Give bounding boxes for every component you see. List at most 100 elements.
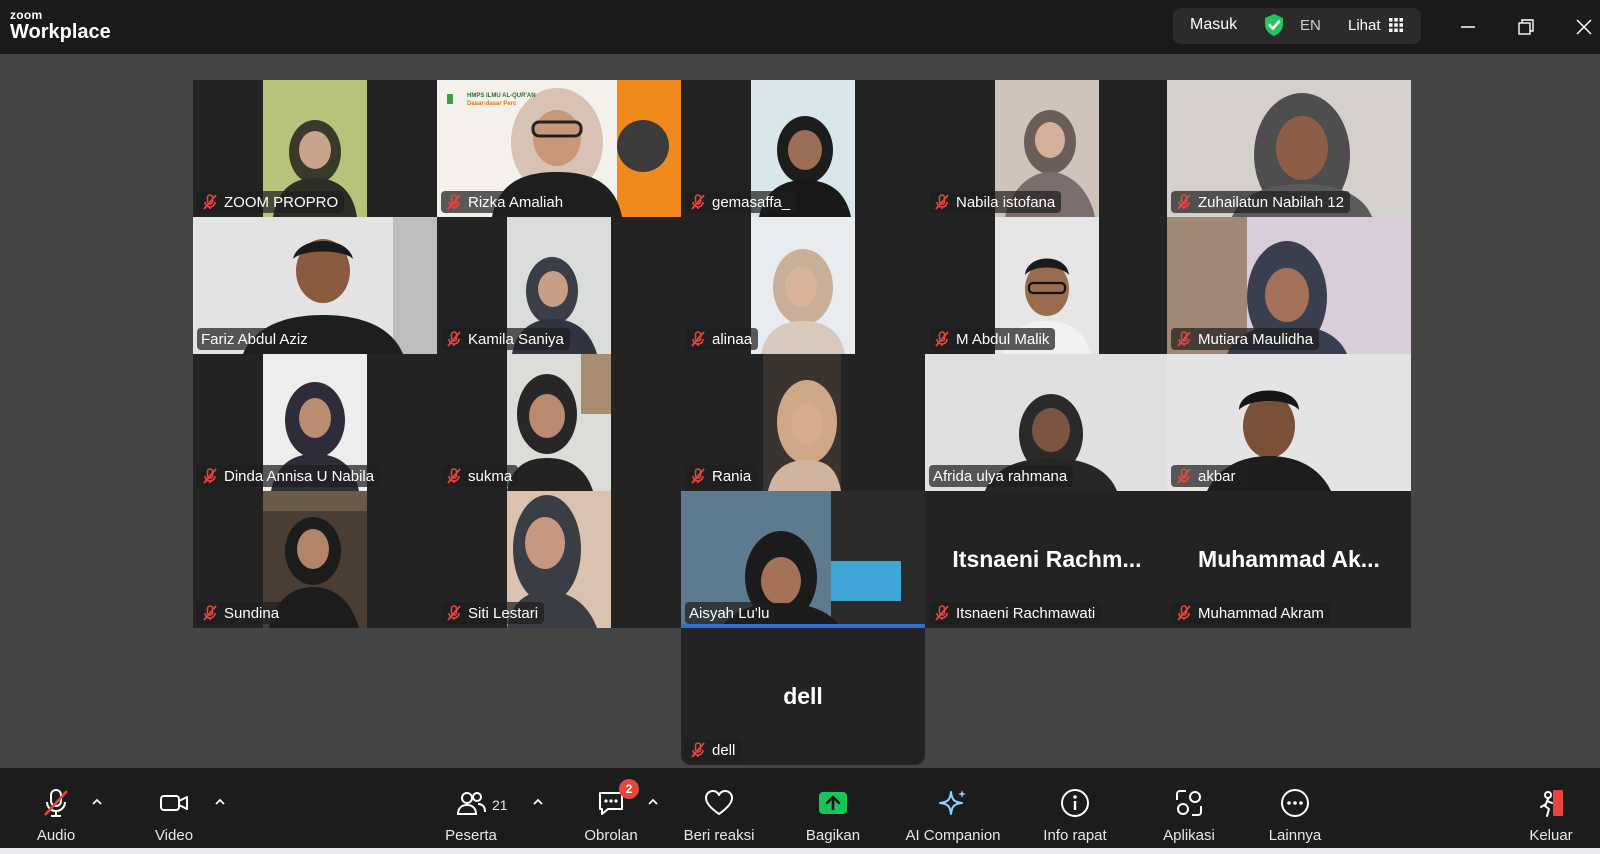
participant-tile[interactable]: Zuhailatun Nabilah 12 [1167, 80, 1411, 217]
mic-muted-icon [1177, 468, 1191, 484]
chevron-up-icon[interactable] [214, 797, 226, 807]
participant-tile[interactable]: sukma [437, 354, 681, 491]
participant-tile-active-speaker[interactable]: Fariz Abdul Aziz [193, 217, 437, 354]
mic-muted-icon [203, 605, 217, 621]
meeting-info-button[interactable]: Info rapat [1036, 768, 1114, 848]
participant-name: Fariz Abdul Aziz [201, 330, 308, 348]
participant-name: Nabila istofana [956, 193, 1056, 211]
participant-nameplate: M Abdul Malik [929, 328, 1056, 350]
language-button[interactable]: EN [1300, 17, 1321, 34]
meeting-toolbar [0, 768, 1600, 854]
view-button[interactable]: Lihat [1348, 17, 1381, 34]
reactions-button[interactable]: Beri reaksi [680, 768, 758, 848]
mic-muted-icon [447, 468, 461, 484]
participant-name: alinaa [712, 330, 753, 348]
video-camera-icon [160, 795, 188, 811]
participant-tile[interactable]: Afrida ulya rahmana [925, 354, 1169, 491]
participants-button[interactable]: Peserta [443, 768, 499, 848]
participant-tile[interactable]: Siti Lestari [437, 491, 681, 628]
info-icon [1061, 789, 1089, 817]
chat-unread-badge: 2 [619, 779, 639, 799]
participant-tile[interactable]: Aisyah Lu'lu [681, 491, 925, 628]
participant-name: Aisyah Lu'lu [689, 604, 770, 622]
participant-tile[interactable]: Kamila Saniya [437, 217, 681, 354]
apps-button[interactable]: Aplikasi [1157, 768, 1221, 848]
mic-muted-icon [44, 789, 68, 817]
chat-button[interactable]: 2 Obrolan [580, 768, 642, 848]
brand-large: Workplace [10, 21, 111, 43]
chevron-up-icon[interactable] [647, 797, 659, 807]
zoom-workplace-logo: zoom Workplace [10, 9, 111, 42]
participant-nameplate: Mutiara Maulidha [1171, 328, 1320, 350]
participant-name: ZOOM PROPRO [224, 193, 339, 211]
participant-tile[interactable]: Mutiara Maulidha [1167, 217, 1411, 354]
leave-icon [1540, 790, 1563, 817]
participant-tile[interactable]: Rania [681, 354, 925, 491]
chevron-up-icon[interactable] [91, 797, 103, 807]
participant-name: gemasaffa_ [712, 193, 791, 211]
participant-tile[interactable]: M Abdul Malik [925, 217, 1169, 354]
mic-muted-icon [447, 194, 461, 210]
participant-nameplate: Kamila Saniya [441, 328, 570, 350]
participant-nameplate: Fariz Abdul Aziz [197, 328, 314, 350]
mic-muted-icon [691, 742, 705, 758]
participant-video [507, 354, 611, 491]
ai-companion-label: AI Companion [905, 827, 1001, 844]
participant-tile-video-off[interactable]: dell dell [681, 628, 925, 765]
participants-icon [456, 792, 486, 815]
signin-button[interactable]: Masuk [1190, 16, 1237, 34]
participant-name: Muhammad Akram [1198, 604, 1324, 622]
mic-muted-icon [691, 331, 705, 347]
minimize-icon[interactable] [1453, 12, 1483, 42]
participant-name: Siti Lestari [468, 604, 539, 622]
participant-tile-video-off[interactable]: Muhammad Ak... Muhammad Akram [1167, 491, 1411, 628]
apps-icon [1176, 790, 1202, 816]
video-off-name: Muhammad Ak... [1198, 546, 1380, 572]
title-bar: zoom Workplace Masuk EN Lihat [0, 0, 1600, 54]
mic-muted-icon [935, 331, 949, 347]
participant-tile[interactable]: Sundina [193, 491, 437, 628]
participant-name: Sundina [224, 604, 280, 622]
mic-muted-icon [691, 194, 705, 210]
restore-icon[interactable] [1511, 12, 1541, 42]
mic-muted-icon [1177, 331, 1191, 347]
more-button[interactable]: Lainnya [1263, 768, 1327, 848]
leave-button[interactable]: Keluar [1523, 768, 1579, 848]
participant-tile[interactable]: Nabila istofana [925, 80, 1169, 217]
participant-tile[interactable]: Dinda Annisa U Nabila [193, 354, 437, 491]
audio-button[interactable]: Audio [32, 768, 80, 848]
mic-muted-icon [203, 468, 217, 484]
more-icon [1281, 789, 1309, 817]
participant-tile[interactable]: ZOOM PROPRO [193, 80, 437, 217]
participant-name: Dinda Annisa U Nabila [224, 467, 375, 485]
participant-tile[interactable]: alinaa [681, 217, 925, 354]
participant-name: Itsnaeni Rachmawati [956, 604, 1096, 622]
participant-nameplate: Aisyah Lu'lu [685, 602, 776, 624]
participant-nameplate: Afrida ulya rahmana [929, 465, 1074, 487]
participant-tile[interactable]: gemasaffa_ [681, 80, 925, 217]
meeting-info-label: Info rapat [1043, 827, 1107, 844]
video-button[interactable]: Video [150, 768, 198, 848]
mic-muted-icon [1177, 194, 1191, 210]
participant-tile[interactable]: akbar [1167, 354, 1411, 491]
ai-companion-button[interactable]: AI Companion [900, 768, 1006, 848]
slide-line-2: Dasar-dasar Perc [467, 101, 517, 107]
participant-nameplate: Dinda Annisa U Nabila [197, 465, 381, 487]
reactions-label: Beri reaksi [683, 827, 755, 844]
grid-view-icon[interactable] [1389, 18, 1403, 32]
chat-label: Obrolan [584, 827, 638, 844]
close-icon[interactable] [1569, 12, 1599, 42]
participant-tile[interactable]: HMPS ILMU AL-QUR'AN Dasar-dasar Perc Riz… [437, 80, 681, 217]
slide-text: HMPS ILMU AL-QUR'AN Dasar-dasar Perc [467, 92, 536, 108]
participant-nameplate: ZOOM PROPRO [197, 191, 345, 213]
encryption-shield-icon[interactable] [1263, 13, 1285, 37]
participant-nameplate: akbar [1171, 465, 1242, 487]
mic-muted-icon [691, 468, 705, 484]
share-screen-button[interactable]: Bagikan [802, 768, 864, 848]
video-off-name: dell [783, 683, 823, 709]
participant-video [751, 217, 855, 354]
apps-label: Aplikasi [1163, 827, 1215, 844]
chevron-up-icon[interactable] [532, 797, 544, 807]
participant-tile-video-off[interactable]: Itsnaeni Rachm... Itsnaeni Rachmawati [925, 491, 1169, 628]
participant-nameplate: Zuhailatun Nabilah 12 [1171, 191, 1350, 213]
